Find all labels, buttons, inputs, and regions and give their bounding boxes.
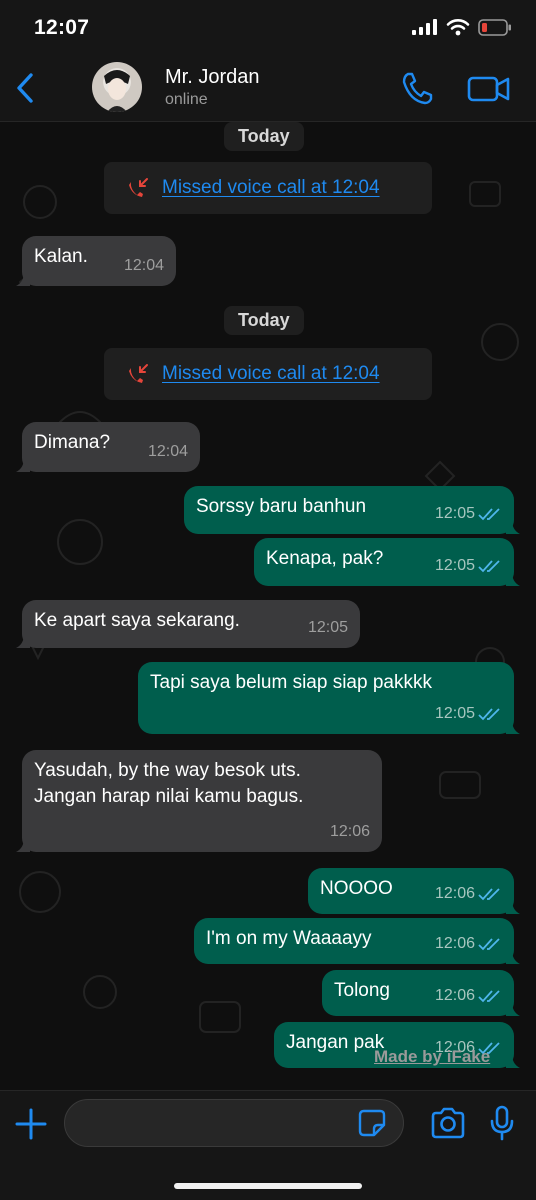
contact-name[interactable]: Mr. Jordan (165, 66, 259, 89)
camera-button[interactable] (430, 1107, 466, 1139)
missed-call-icon (129, 364, 148, 383)
message-time: 12:05 (434, 705, 475, 722)
message-text: Sorssy baru banhun (196, 496, 367, 517)
date-separator: Today (224, 306, 304, 335)
message-text: I'm on my Waaaayy (206, 928, 372, 949)
message-time: 12:06 (434, 987, 475, 1004)
message-text: Dimana? (34, 432, 111, 453)
sticker-button[interactable] (358, 1109, 386, 1137)
microphone-icon (490, 1105, 514, 1141)
status-time: 12:07 (34, 16, 90, 39)
message-time: 12:04 (123, 257, 164, 274)
missed-call-notice[interactable]: Missed voice call at 12:04 (104, 348, 432, 400)
camera-icon (431, 1107, 465, 1139)
bubble-tail (506, 900, 520, 914)
attach-button[interactable] (14, 1107, 48, 1141)
phone-icon (402, 72, 433, 105)
bubble-tail (506, 720, 520, 734)
bubble-tail (506, 950, 520, 964)
missed-call-notice[interactable]: Missed voice call at 12:04 (104, 162, 432, 214)
message-time: 12:05 (307, 619, 348, 636)
home-indicator (174, 1183, 362, 1189)
read-receipt-icon (478, 990, 500, 1003)
video-call-button[interactable] (466, 70, 512, 106)
battery-icon (478, 18, 511, 36)
message-outgoing[interactable]: Kenapa, pak? 12:05 (254, 538, 520, 586)
chat-area[interactable]: Today Missed voice call at 12:04 Kalan. … (0, 122, 536, 1090)
cellular-signal-icon (412, 19, 437, 35)
bubble-tail (506, 572, 520, 586)
bubble-tail (506, 1054, 520, 1068)
video-camera-icon (467, 76, 510, 102)
chevron-left-icon (17, 73, 33, 103)
message-incoming[interactable]: Yasudah, by the way besok uts. Jangan ha… (16, 750, 382, 852)
voice-call-button[interactable] (400, 70, 434, 106)
read-receipt-icon (478, 708, 500, 721)
avatar[interactable] (92, 62, 142, 112)
bubble-tail (16, 272, 30, 286)
message-text: Jangan pak (286, 1032, 385, 1053)
wifi-icon (446, 19, 470, 36)
status-icons (412, 18, 512, 36)
sticker-icon (358, 1109, 386, 1137)
message-text: Tapi saya belum siap siap pakkkk (150, 672, 432, 693)
message-text-line-2: Jangan harap nilai kamu bagus. (34, 786, 304, 807)
chat-header: Mr. Jordan online (0, 56, 536, 122)
message-time: 12:06 (434, 885, 475, 902)
read-receipt-icon (478, 888, 500, 901)
message-incoming[interactable]: Dimana? 12:04 (16, 422, 200, 472)
read-receipt-icon (478, 560, 500, 573)
read-receipt-icon (478, 508, 500, 521)
message-time: 12:06 (329, 823, 370, 840)
status-bar: 12:07 (0, 0, 536, 56)
input-bar (0, 1090, 536, 1200)
message-outgoing[interactable]: Sorssy baru banhun 12:05 (184, 486, 520, 534)
message-time: 12:05 (434, 505, 475, 522)
message-time: 12:04 (147, 443, 188, 460)
missed-call-icon (129, 178, 148, 197)
bubble-tail (16, 458, 30, 472)
message-outgoing[interactable]: NOOOO 12:06 (308, 868, 520, 914)
message-outgoing[interactable]: Tapi saya belum siap siap pakkkk 12:05 (138, 662, 520, 734)
message-text: Yasudah, by the way besok uts. (34, 760, 301, 781)
message-incoming[interactable]: Ke apart saya sekarang. 12:05 (16, 600, 360, 648)
watermark: Made by iFake (374, 1047, 491, 1066)
message-text: Tolong (334, 980, 390, 1001)
message-text: Kalan. (34, 246, 88, 267)
message-input[interactable] (64, 1099, 404, 1147)
contact-status: online (165, 91, 208, 108)
message-outgoing[interactable]: Tolong 12:06 (322, 970, 520, 1016)
bubble-tail (16, 634, 30, 648)
date-separator: Today (224, 122, 304, 151)
bubble-tail (506, 520, 520, 534)
message-incoming[interactable]: Kalan. 12:04 (16, 236, 176, 286)
bubble-tail (506, 1002, 520, 1016)
read-receipt-icon (478, 938, 500, 951)
message-outgoing[interactable]: I'm on my Waaaayy 12:06 (194, 918, 520, 964)
plus-icon (15, 1108, 47, 1140)
avatar-photo (104, 70, 130, 112)
back-button[interactable] (10, 68, 40, 108)
message-text: NOOOO (320, 878, 393, 899)
missed-call-text[interactable]: Missed voice call at 12:04 (162, 363, 380, 385)
message-time: 12:05 (434, 557, 475, 574)
bubble-tail (16, 838, 30, 852)
message-time: 12:06 (434, 935, 475, 952)
message-text: Kenapa, pak? (266, 548, 384, 569)
missed-call-text[interactable]: Missed voice call at 12:04 (162, 177, 380, 199)
message-text: Ke apart saya sekarang. (34, 610, 240, 631)
voice-message-button[interactable] (488, 1105, 516, 1141)
